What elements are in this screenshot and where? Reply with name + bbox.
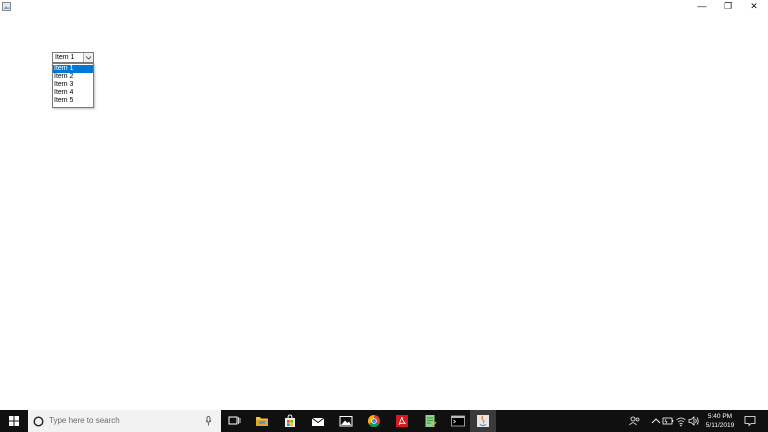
window-titlebar: — ❐ ✕ xyxy=(0,0,768,14)
wifi-icon[interactable] xyxy=(675,415,687,427)
minimize-button[interactable]: — xyxy=(690,0,714,12)
clock-time: 5:40 PM xyxy=(707,413,733,420)
combo-selected-value: Item 1 xyxy=(55,54,75,61)
photos-icon xyxy=(339,416,353,427)
chrome-button[interactable] xyxy=(361,410,387,432)
cortana-circle-icon xyxy=(33,415,44,427)
chrome-icon xyxy=(367,415,380,428)
terminal-button[interactable] xyxy=(445,410,471,432)
taskbar-search-box[interactable]: Type here to search xyxy=(28,410,221,432)
chevron-down-icon xyxy=(85,56,92,60)
notepad-icon xyxy=(425,415,437,428)
maximize-button[interactable]: ❐ xyxy=(716,0,740,12)
windows-logo-icon xyxy=(9,416,19,426)
battery-icon[interactable] xyxy=(662,415,674,427)
notification-icon[interactable] xyxy=(744,415,756,427)
combo-arrow-button[interactable] xyxy=(83,53,93,62)
list-item[interactable]: Item 4 xyxy=(53,89,93,97)
notepad-button[interactable] xyxy=(417,410,443,432)
people-icon[interactable] xyxy=(629,415,641,427)
mail-icon xyxy=(311,417,325,426)
task-view-button[interactable] xyxy=(221,410,247,432)
list-item[interactable]: Item 5 xyxy=(53,97,93,105)
taskbar-clock[interactable]: 5:40 PM 5/11/2019 xyxy=(700,412,740,430)
start-button[interactable] xyxy=(0,410,28,432)
java-icon xyxy=(477,415,489,427)
store-icon xyxy=(285,414,295,427)
store-button[interactable] xyxy=(277,410,303,432)
volume-icon[interactable] xyxy=(688,415,700,427)
list-item[interactable]: Item 2 xyxy=(53,73,93,81)
acrobat-button[interactable] xyxy=(389,410,415,432)
photos-button[interactable] xyxy=(333,410,359,432)
combo-dropdown-list: Item 1 Item 2 Item 3 Item 4 Item 5 xyxy=(52,63,94,108)
taskbar: Type here to search 5:40 PM 5/11/2019 xyxy=(0,410,768,432)
app-icon xyxy=(2,2,11,11)
close-button[interactable]: ✕ xyxy=(742,0,766,12)
combo-box[interactable]: Item 1 xyxy=(52,52,94,63)
terminal-icon xyxy=(451,415,465,427)
acrobat-icon xyxy=(396,415,408,427)
clock-date: 5/11/2019 xyxy=(705,422,735,429)
task-view-icon xyxy=(228,416,241,425)
java-app-button[interactable] xyxy=(470,410,496,432)
file-explorer-button[interactable] xyxy=(249,410,275,432)
mail-button[interactable] xyxy=(305,410,331,432)
microphone-icon[interactable] xyxy=(205,416,212,426)
list-item[interactable]: Item 1 xyxy=(53,65,93,73)
search-placeholder: Type here to search xyxy=(49,416,120,425)
list-item[interactable]: Item 3 xyxy=(53,81,93,89)
chevron-up-icon[interactable] xyxy=(650,415,662,427)
file-explorer-icon xyxy=(256,417,268,426)
